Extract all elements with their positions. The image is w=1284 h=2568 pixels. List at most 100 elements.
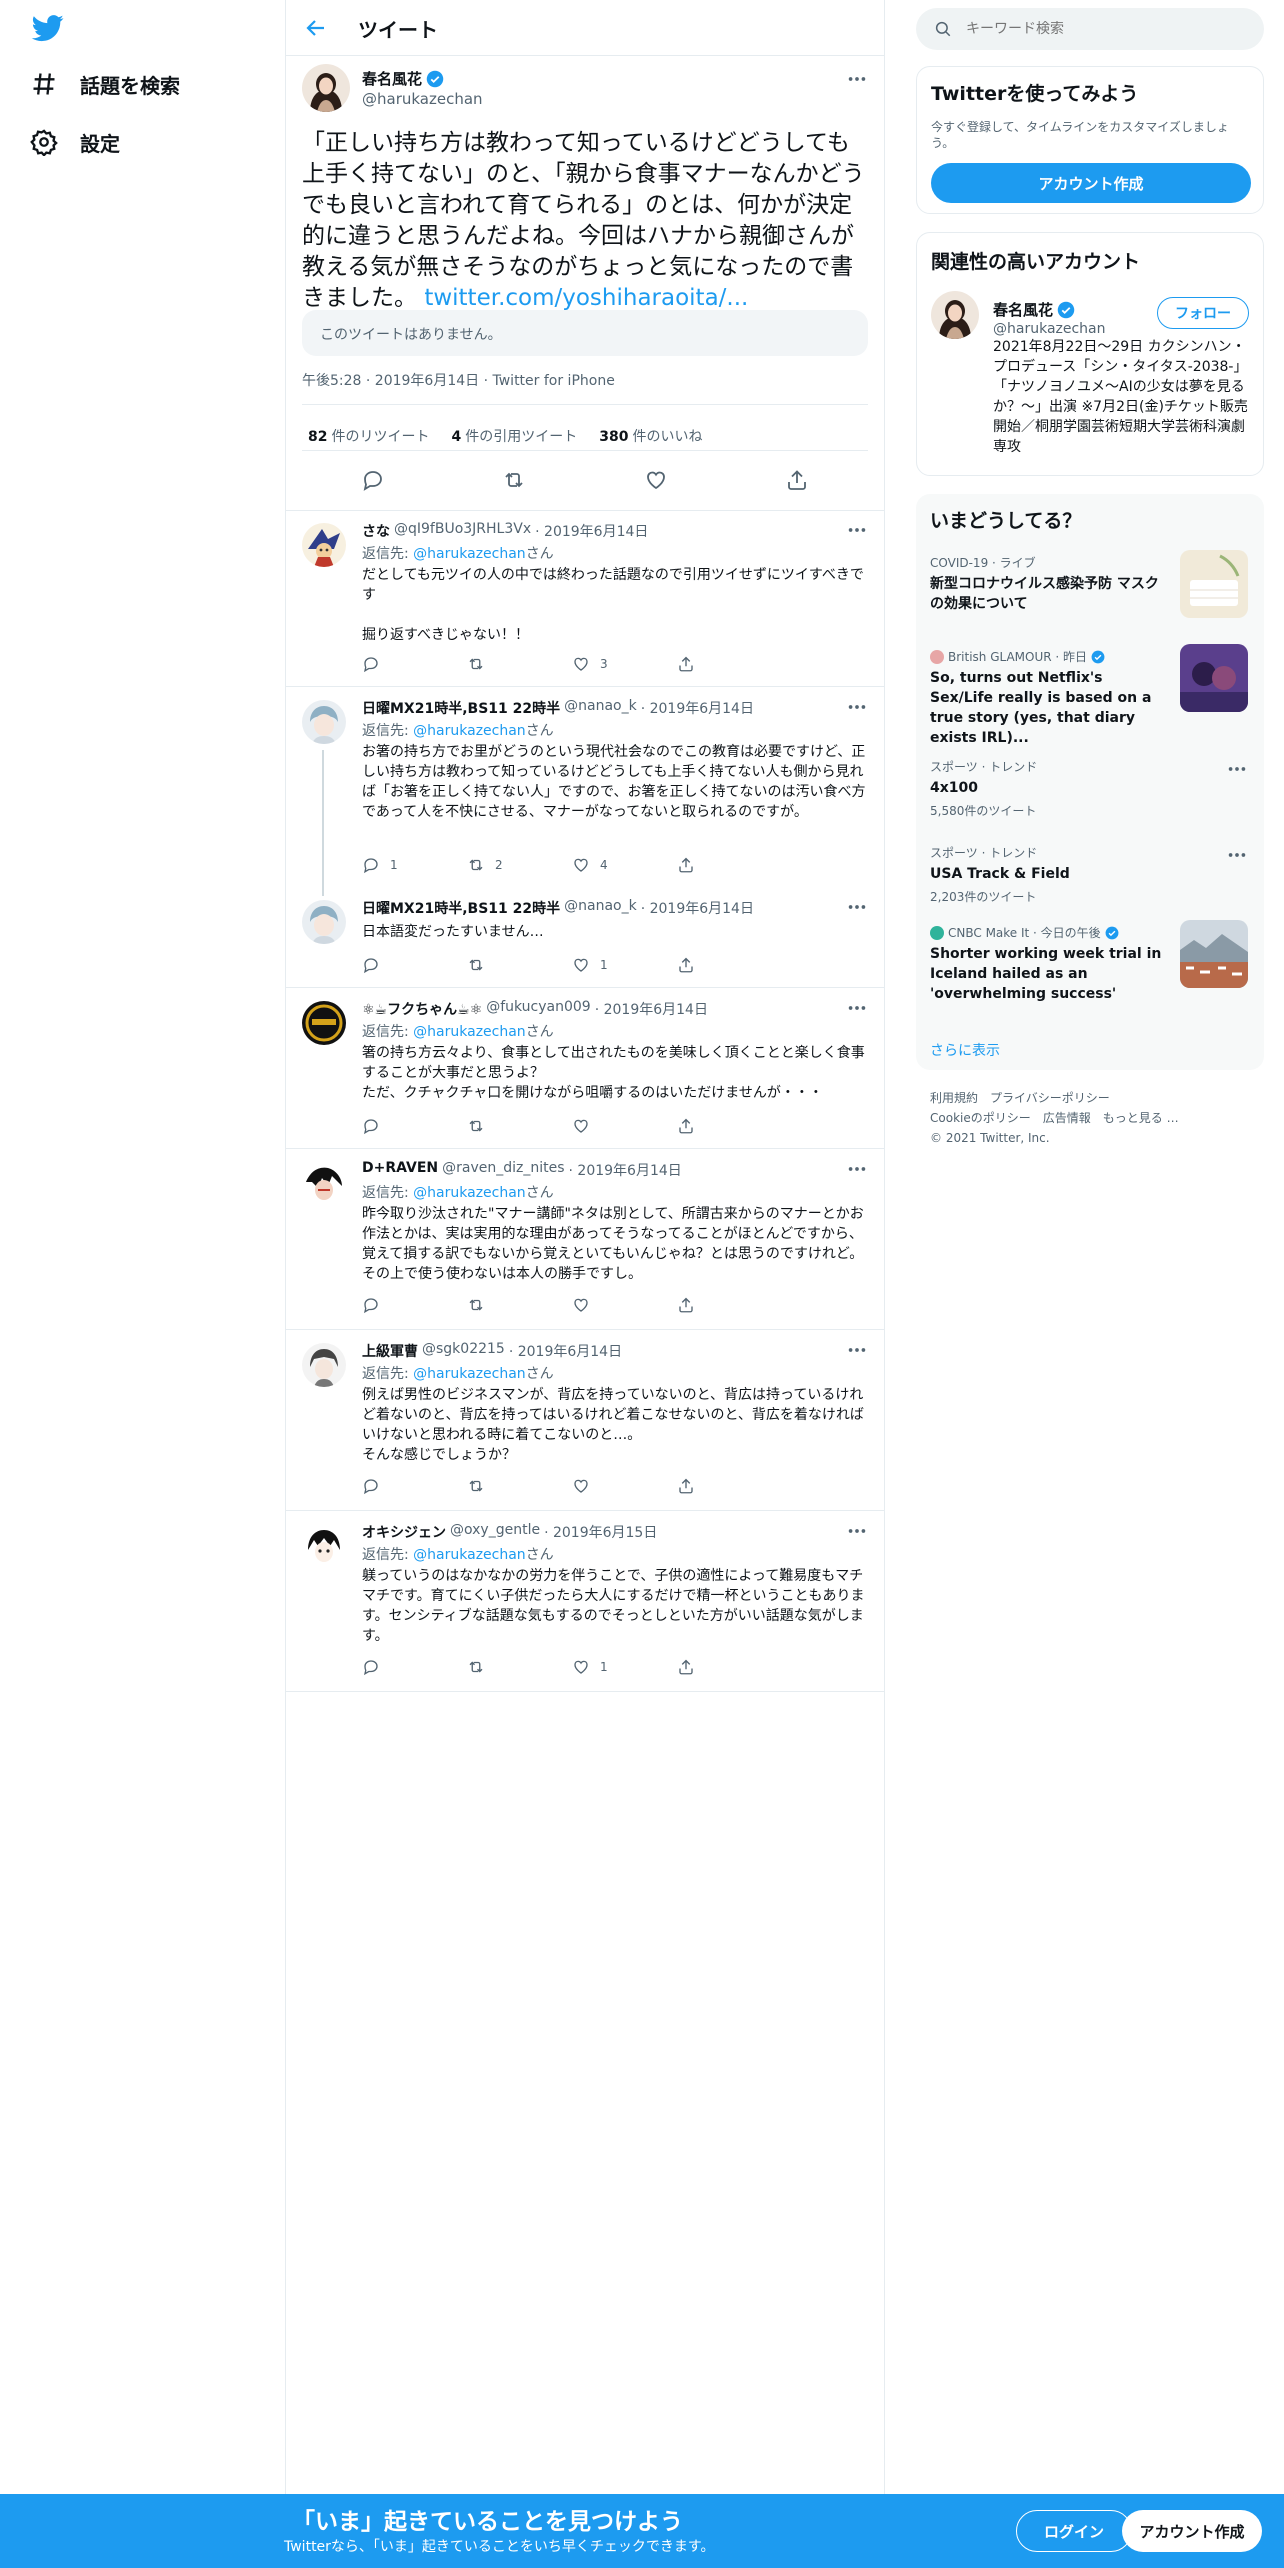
reply-button[interactable] xyxy=(362,1658,467,1676)
retweet-button[interactable] xyxy=(467,1117,572,1135)
retweet-button[interactable] xyxy=(467,1296,572,1314)
reply-author-name[interactable]: オキシジェン xyxy=(362,1522,446,1542)
tweet-link[interactable]: twitter.com/yoshiharaoita/... xyxy=(424,285,748,311)
share-button[interactable] xyxy=(677,1477,782,1495)
signup-button[interactable]: アカウント作成 xyxy=(1122,2510,1262,2552)
reply-date[interactable]: · 2019年6月14日 xyxy=(641,898,754,918)
like-button[interactable]: 4 xyxy=(572,856,677,874)
more-options-icon[interactable] xyxy=(1226,844,1248,866)
reply-author-name[interactable]: 日曜MX21時半,BS11 22時半 xyxy=(362,698,560,718)
quote-count-link[interactable]: 4 件の引用ツイート xyxy=(451,426,577,446)
tweet-timestamp[interactable]: 午後5:28 · 2019年6月14日 · Twitter for iPhone xyxy=(302,370,615,390)
like-count-link[interactable]: 380 件のいいね xyxy=(599,426,702,446)
reply-author-handle[interactable]: @oxy_gentle xyxy=(450,1522,540,1542)
reply-to-mention[interactable]: @harukazechan xyxy=(413,1185,526,1201)
trend-item[interactable]: スポーツ · トレンド USA Track & Field 2,203件のツイー… xyxy=(916,844,1264,914)
footer-link[interactable]: Cookieのポリシー xyxy=(930,1111,1031,1125)
reply-date[interactable]: · 2019年6月14日 xyxy=(595,999,708,1019)
more-options-icon[interactable] xyxy=(846,1158,868,1180)
reply-icon[interactable] xyxy=(361,468,385,492)
related-account-handle[interactable]: @harukazechan xyxy=(993,321,1106,337)
reply-button[interactable] xyxy=(362,956,467,974)
retweet-button[interactable] xyxy=(467,1477,572,1495)
nav-explore[interactable]: 話題を検索 xyxy=(30,64,180,104)
reply-to-mention[interactable]: @harukazechan xyxy=(413,1024,526,1040)
search-bar[interactable] xyxy=(916,8,1264,50)
avatar[interactable] xyxy=(931,291,979,339)
avatar[interactable] xyxy=(302,64,350,112)
reply-author-name[interactable]: 日曜MX21時半,BS11 22時半 xyxy=(362,898,560,918)
reply-author-handle[interactable]: @nanao_k xyxy=(564,898,637,918)
reply-author-handle[interactable]: @raven_diz_nites xyxy=(442,1160,564,1180)
trend-item[interactable]: COVID-19 · ライブ 新型コロナウイルス感染予防 マスクの効果について xyxy=(916,550,1264,626)
reply-tweet[interactable]: 日曜MX21時半,BS11 22時半 @nanao_k · 2019年6月14日 日… xyxy=(286,888,884,988)
reply-to-mention[interactable]: @harukazechan xyxy=(413,1366,526,1382)
author-name[interactable]: 春名風花 xyxy=(362,68,444,89)
footer-link[interactable]: もっと見る … xyxy=(1103,1111,1179,1125)
author-handle[interactable]: @harukazechan xyxy=(362,90,483,108)
like-button[interactable] xyxy=(572,1296,677,1314)
like-button[interactable] xyxy=(572,1117,677,1135)
reply-author-name[interactable]: さな xyxy=(362,521,390,541)
avatar[interactable] xyxy=(302,1524,346,1568)
reply-tweet[interactable]: 日曜MX21時半,BS11 22時半 @nanao_k · 2019年6月14日 返… xyxy=(286,688,884,896)
more-options-icon[interactable] xyxy=(846,1339,868,1361)
trend-item[interactable]: British GLAMOUR · 昨日 So, turns out Netfl… xyxy=(916,644,1264,746)
more-options-icon[interactable] xyxy=(846,896,868,918)
reply-author-name[interactable]: 上級軍曹 xyxy=(362,1341,418,1361)
trend-item[interactable]: CNBC Make It · 今日の午後 Shorter working wee… xyxy=(916,920,1264,1014)
reply-date[interactable]: · 2019年6月14日 xyxy=(509,1341,622,1361)
reply-button[interactable]: 1 xyxy=(362,856,467,874)
reply-button[interactable] xyxy=(362,1296,467,1314)
more-options-icon[interactable] xyxy=(846,68,868,90)
more-options-icon[interactable] xyxy=(846,1520,868,1542)
footer-link[interactable]: 広告情報 xyxy=(1043,1111,1091,1125)
more-options-icon[interactable] xyxy=(846,997,868,1019)
search-input[interactable] xyxy=(966,21,1246,37)
like-button[interactable]: 1 xyxy=(572,1658,677,1676)
reply-author-handle[interactable]: @fukucyan009 xyxy=(486,999,591,1019)
reply-author-handle[interactable]: @sgk02215 xyxy=(422,1341,505,1361)
avatar[interactable] xyxy=(302,1162,346,1206)
share-button[interactable] xyxy=(677,1117,782,1135)
retweet-button[interactable] xyxy=(467,1658,572,1676)
follow-button[interactable]: フォロー xyxy=(1157,297,1249,329)
retweet-icon[interactable] xyxy=(502,468,526,492)
reply-tweet[interactable]: ⚛☕フクちゃん☕⚛ @fukucyan009 · 2019年6月14日 返信先: @… xyxy=(286,989,884,1149)
avatar[interactable] xyxy=(302,1343,346,1387)
retweet-count-link[interactable]: 82 件のリツイート xyxy=(308,426,429,446)
reply-to-mention[interactable]: @harukazechan xyxy=(413,723,526,739)
share-icon[interactable] xyxy=(785,468,809,492)
like-button[interactable]: 3 xyxy=(572,655,677,673)
show-more-link[interactable]: さらに表示 xyxy=(930,1040,1000,1060)
more-options-icon[interactable] xyxy=(846,696,868,718)
reply-to-mention[interactable]: @harukazechan xyxy=(413,546,526,562)
more-options-icon[interactable] xyxy=(1226,758,1248,780)
share-button[interactable] xyxy=(677,956,782,974)
like-button[interactable]: 1 xyxy=(572,956,677,974)
reply-author-handle[interactable]: @nanao_k xyxy=(564,698,637,718)
share-button[interactable] xyxy=(677,1658,782,1676)
reply-tweet[interactable]: さな @qI9fBUo3JRHL3Vx · 2019年6月14日 返信先: @har… xyxy=(286,511,884,687)
login-button[interactable]: ログイン xyxy=(1016,2510,1132,2552)
retweet-button[interactable] xyxy=(467,956,572,974)
share-button[interactable] xyxy=(677,856,782,874)
reply-date[interactable]: · 2019年6月14日 xyxy=(641,698,754,718)
reply-tweet[interactable]: 上級軍曹 @sgk02215 · 2019年6月14日 返信先: @harukaze… xyxy=(286,1331,884,1511)
reply-author-name[interactable]: ⚛☕フクちゃん☕⚛ xyxy=(362,999,482,1019)
reply-date[interactable]: · 2019年6月15日 xyxy=(544,1522,657,1542)
avatar[interactable] xyxy=(302,700,346,744)
signup-button[interactable]: アカウント作成 xyxy=(931,163,1251,203)
footer-link[interactable]: プライバシーポリシー xyxy=(990,1091,1110,1105)
related-account-name[interactable]: 春名風花 xyxy=(993,299,1075,320)
twitter-logo-icon[interactable] xyxy=(30,12,66,44)
share-button[interactable] xyxy=(677,655,782,673)
reply-button[interactable] xyxy=(362,1117,467,1135)
avatar[interactable] xyxy=(302,1001,346,1045)
reply-button[interactable] xyxy=(362,1477,467,1495)
reply-button[interactable] xyxy=(362,655,467,673)
nav-settings[interactable]: 設定 xyxy=(30,122,120,162)
reply-to-mention[interactable]: @harukazechan xyxy=(413,1547,526,1563)
trend-item[interactable]: スポーツ · トレンド 4x100 5,580件のツイート xyxy=(916,758,1264,828)
reply-tweet[interactable]: D+RAVEN @raven_diz_nites · 2019年6月14日 返信先:… xyxy=(286,1150,884,1330)
